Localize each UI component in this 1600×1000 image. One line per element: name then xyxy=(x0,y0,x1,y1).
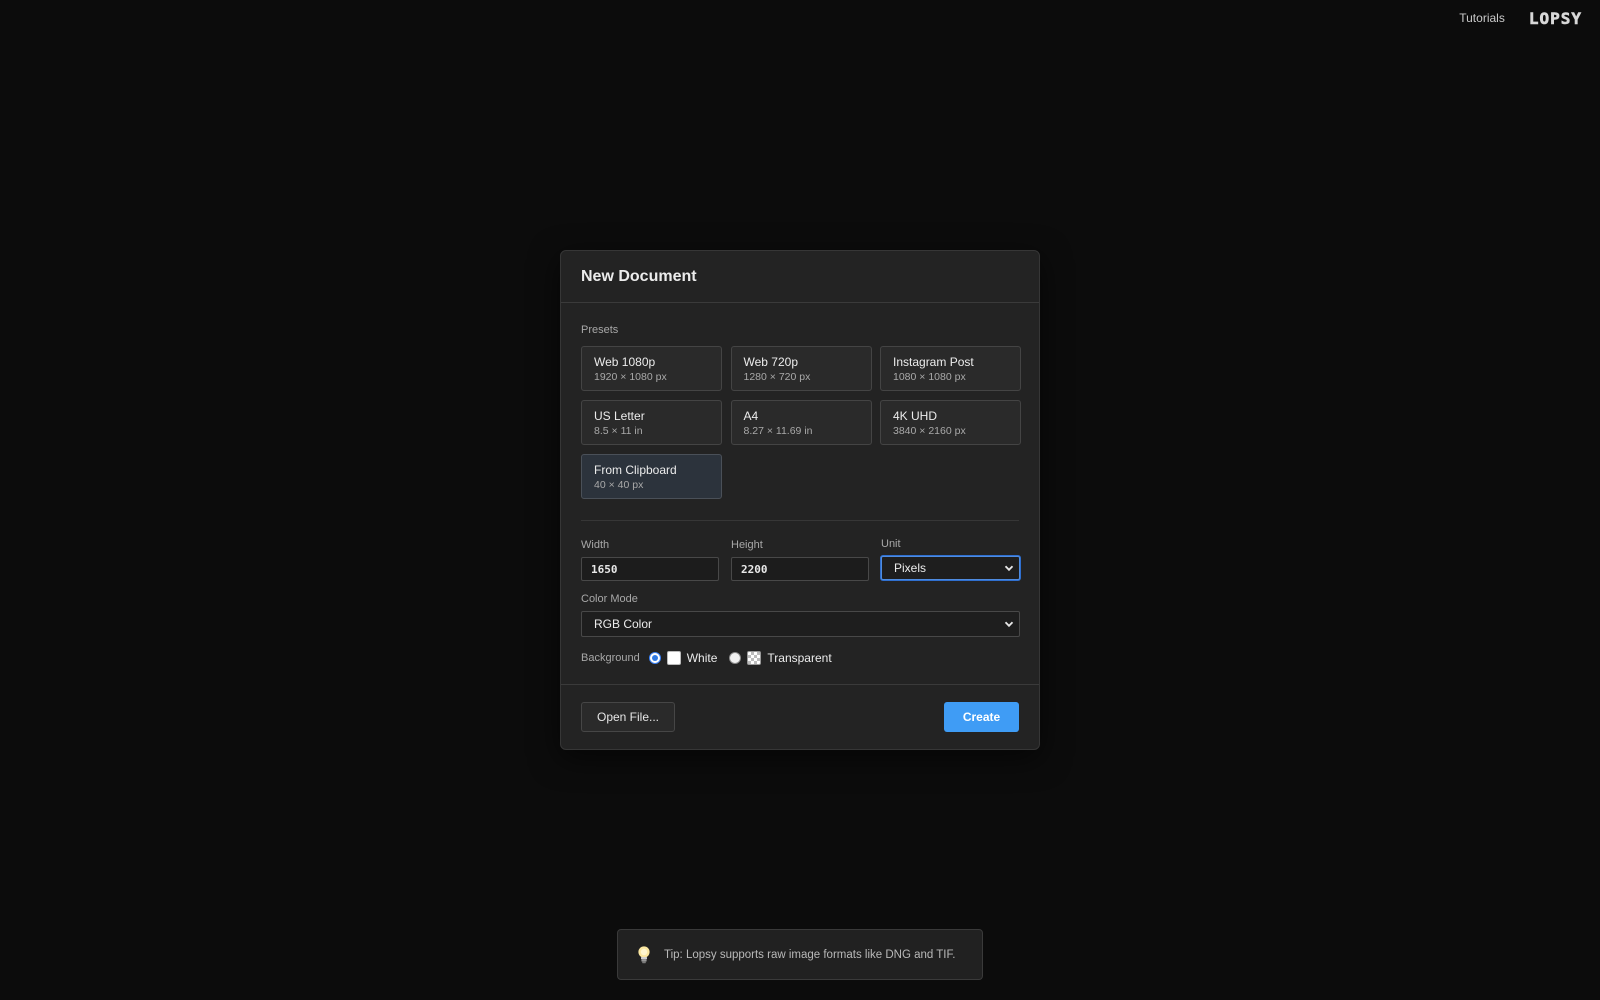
chevron-down-icon xyxy=(1004,619,1014,629)
background-label: Background xyxy=(581,652,640,664)
preset-web-720p[interactable]: Web 720p 1280 × 720 px xyxy=(730,346,872,391)
tip-text: Tip: Lopsy supports raw image formats li… xyxy=(664,948,956,961)
unit-select[interactable]: Pixels xyxy=(881,556,1020,580)
unit-select-value: Pixels xyxy=(894,561,927,575)
presets-label: Presets xyxy=(581,324,619,336)
color-mode-select[interactable]: RGB Color xyxy=(581,611,1020,637)
background-row: Background White Transparent xyxy=(581,651,1019,665)
preset-dims: 8.27 × 11.69 in xyxy=(743,425,813,437)
chevron-down-icon xyxy=(1004,563,1014,573)
preset-4k-uhd[interactable]: 4K UHD 3840 × 2160 px xyxy=(880,400,1021,445)
color-mode-select-value: RGB Color xyxy=(594,617,653,631)
checkerboard-swatch-icon xyxy=(747,651,762,665)
top-bar: Tutorials LOPSY xyxy=(1459,0,1600,36)
white-swatch-icon xyxy=(666,651,681,665)
lightbulb-icon xyxy=(636,945,652,965)
color-mode-group: Color Mode RGB Color xyxy=(581,593,1020,637)
width-label: Width xyxy=(581,539,610,551)
section-divider xyxy=(581,520,1019,521)
create-button[interactable]: Create xyxy=(944,702,1019,732)
preset-dims: 1920 × 1080 px xyxy=(594,371,667,383)
preset-dims: 1080 × 1080 px xyxy=(893,371,966,383)
preset-a4[interactable]: A4 8.27 × 11.69 in xyxy=(730,400,872,445)
size-fields: Width 1650 Height 2200 Unit Pixels xyxy=(581,538,1020,581)
preset-dims: 3840 × 2160 px xyxy=(893,425,966,437)
preset-name: Web 1080p xyxy=(594,355,656,369)
preset-name: US Letter xyxy=(594,409,645,423)
preset-name: From Clipboard xyxy=(594,463,677,477)
preset-dims: 40 × 40 px xyxy=(594,479,644,491)
preset-dims: 1280 × 720 px xyxy=(743,371,811,383)
height-input[interactable]: 2200 xyxy=(731,557,869,581)
preset-from-clipboard[interactable]: From Clipboard 40 × 40 px xyxy=(581,454,722,499)
preset-name: Instagram Post xyxy=(893,355,974,369)
height-label: Height xyxy=(731,539,763,551)
open-file-button[interactable]: Open File... xyxy=(581,702,675,732)
new-document-dialog: New Document Presets Web 1080p 1920 × 10… xyxy=(560,250,1040,750)
preset-web-1080p[interactable]: Web 1080p 1920 × 1080 px xyxy=(581,346,722,391)
preset-dims: 8.5 × 11 in xyxy=(594,425,643,437)
lopsy-logo[interactable]: LOPSY xyxy=(1529,8,1582,28)
unit-label: Unit xyxy=(881,538,901,550)
background-white-radio[interactable] xyxy=(648,652,661,664)
width-input[interactable]: 1650 xyxy=(581,557,719,581)
width-field-group: Width 1650 xyxy=(581,539,719,581)
background-transparent-label[interactable]: Transparent xyxy=(767,651,831,665)
dialog-footer: Open File... Create xyxy=(561,684,1039,749)
color-mode-label: Color Mode xyxy=(581,593,638,605)
preset-instagram-post[interactable]: Instagram Post 1080 × 1080 px xyxy=(880,346,1021,391)
dialog-body: Presets Web 1080p 1920 × 1080 px Web 720… xyxy=(561,303,1039,665)
preset-name: 4K UHD xyxy=(893,409,938,423)
unit-field-group: Unit Pixels xyxy=(881,538,1020,581)
background-white-label[interactable]: White xyxy=(687,651,718,665)
presets-grid: Web 1080p 1920 × 1080 px Web 720p 1280 ×… xyxy=(581,346,1021,499)
dialog-header: New Document xyxy=(561,251,1039,303)
height-field-group: Height 2200 xyxy=(731,539,869,581)
background-transparent-radio[interactable] xyxy=(729,652,742,664)
tip-toast: Tip: Lopsy supports raw image formats li… xyxy=(617,929,983,980)
preset-us-letter[interactable]: US Letter 8.5 × 11 in xyxy=(581,400,722,445)
preset-name: Web 720p xyxy=(743,355,799,369)
dialog-title: New Document xyxy=(581,267,697,285)
preset-name: A4 xyxy=(743,409,759,423)
tutorials-link[interactable]: Tutorials xyxy=(1459,11,1505,25)
